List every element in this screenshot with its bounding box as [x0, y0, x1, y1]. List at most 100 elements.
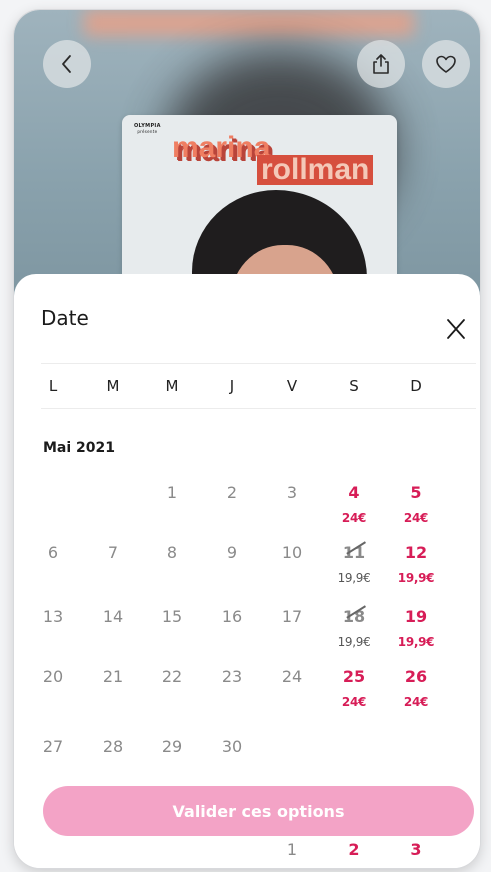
weekday-label: D [410, 377, 422, 395]
calendar-day-number: 18 [342, 605, 366, 626]
share-button[interactable] [357, 40, 405, 88]
unavailable-strike [346, 605, 366, 619]
like-button[interactable] [422, 40, 470, 88]
calendar-day[interactable]: 12 19,9€ [391, 543, 441, 586]
unavailable-strike [346, 541, 366, 555]
weekday-label: M [165, 377, 179, 395]
calendar-day-number: 8 [166, 543, 178, 562]
calendar-day[interactable]: 3 [391, 840, 441, 860]
calendar-day: 17 [267, 607, 317, 627]
calendar-day-number: 2 [348, 840, 360, 859]
calendar-day-number: 21 [102, 667, 124, 686]
calendar-day[interactable]: 19 19,9€ [391, 607, 441, 650]
calendar-day-number: 17 [281, 607, 303, 626]
calendar-day: 22 [147, 667, 197, 687]
calendar-day-number: 7 [107, 543, 119, 562]
calendar-day-price: 24€ [403, 695, 429, 709]
calendar-day: 27 [28, 737, 78, 757]
calendar-day-number: 28 [102, 737, 124, 756]
calendar-day-price: 24€ [341, 511, 367, 525]
calendar-day[interactable]: 26 24€ [391, 667, 441, 710]
calendar-day: 20 [28, 667, 78, 687]
weekday-label: L [48, 377, 58, 395]
close-button[interactable] [444, 317, 468, 341]
calendar-day-number: 2 [226, 483, 238, 502]
calendar-day: 1 [147, 483, 197, 503]
weekday-label: V [286, 377, 298, 395]
calendar-day: 18 19,9€ [329, 605, 379, 650]
calendar-day: 15 [147, 607, 197, 627]
calendar-day-number: 26 [404, 667, 428, 686]
calendar-day-number: 16 [221, 607, 243, 626]
calendar-day-number: 19 [404, 607, 428, 626]
calendar-day-price: 24€ [341, 695, 367, 709]
calendar-day: 3 [267, 483, 317, 503]
weekday-divider-bottom [41, 408, 476, 409]
calendar-day: 1 [267, 840, 317, 860]
hero-glow [84, 10, 414, 36]
calendar-day[interactable]: 5 24€ [391, 483, 441, 526]
calendar-day: 16 [207, 607, 257, 627]
calendar-day-number: 6 [47, 543, 59, 562]
calendar-day[interactable]: 25 24€ [329, 667, 379, 710]
poster-title-line1: marina [172, 131, 271, 164]
calendar-day-number: 29 [161, 737, 183, 756]
calendar-day-number: 5 [410, 483, 422, 502]
calendar-day: 13 [28, 607, 78, 627]
calendar-day-number: 14 [102, 607, 124, 626]
calendar-day-price: 19,9€ [337, 635, 371, 649]
calendar-day-price: 24€ [403, 511, 429, 525]
calendar-day: 8 [147, 543, 197, 563]
poster-title-line2: rollman [257, 155, 374, 185]
calendar-day: 2 [207, 483, 257, 503]
share-icon [373, 54, 389, 74]
sheet-title: Date [41, 306, 89, 330]
weekday-label: S [349, 377, 359, 395]
calendar-day-number: 12 [404, 543, 428, 562]
calendar-day: 21 [88, 667, 138, 687]
calendar-day-number: 30 [221, 737, 243, 756]
calendar-day-number: 3 [410, 840, 422, 859]
calendar-day[interactable]: 2 [329, 840, 379, 860]
calendar-day: 6 [28, 543, 78, 563]
calendar-day-number: 27 [42, 737, 64, 756]
calendar-day-price: 19,9€ [337, 571, 371, 585]
validate-options-button[interactable]: Valider ces options [43, 786, 474, 836]
calendar-day: 14 [88, 607, 138, 627]
calendar-day-number: 13 [42, 607, 64, 626]
calendar-day-number: 9 [226, 543, 238, 562]
calendar-day-price: 19,9€ [397, 635, 435, 649]
chevron-left-icon [62, 55, 71, 73]
calendar-day: 30 [207, 737, 257, 757]
calendar-day-number: 1 [166, 483, 178, 502]
poster-brand: OLYMPIA présente [134, 123, 161, 135]
calendar-day-number: 22 [161, 667, 183, 686]
poster-brand-sub: présente [137, 129, 158, 134]
calendar-day-number: 10 [281, 543, 303, 562]
calendar-day: 10 [267, 543, 317, 563]
calendar-day: 11 19,9€ [329, 541, 379, 586]
calendar-day[interactable]: 4 24€ [329, 483, 379, 526]
date-picker-sheet: Date Mai 2021 L M M J V S D 1 2 3 4 24€ 5 24€ 6 7 8 9 10 11… [14, 274, 480, 868]
heart-icon [436, 55, 456, 73]
calendar-day-number: 4 [348, 483, 360, 502]
phone-screen: OLYMPIA présente marina rollman Date Mai… [14, 10, 480, 868]
calendar-day-number: 3 [286, 483, 298, 502]
weekday-label: J [229, 377, 235, 395]
calendar-day-number: 20 [42, 667, 64, 686]
calendar-day: 9 [207, 543, 257, 563]
calendar-day-number: 25 [342, 667, 366, 686]
weekday-label: M [106, 377, 120, 395]
calendar-day: 29 [147, 737, 197, 757]
calendar-day: 24 [267, 667, 317, 687]
calendar-day-number: 15 [161, 607, 183, 626]
close-icon [447, 319, 465, 339]
calendar-day-number: 24 [281, 667, 303, 686]
calendar-day: 7 [88, 543, 138, 563]
calendar-day-number: 23 [221, 667, 243, 686]
calendar-day: 23 [207, 667, 257, 687]
calendar-day-price: 19,9€ [397, 571, 435, 585]
weekday-divider-top [41, 363, 476, 364]
month-label: Mai 2021 [43, 440, 116, 456]
back-button[interactable] [43, 40, 91, 88]
